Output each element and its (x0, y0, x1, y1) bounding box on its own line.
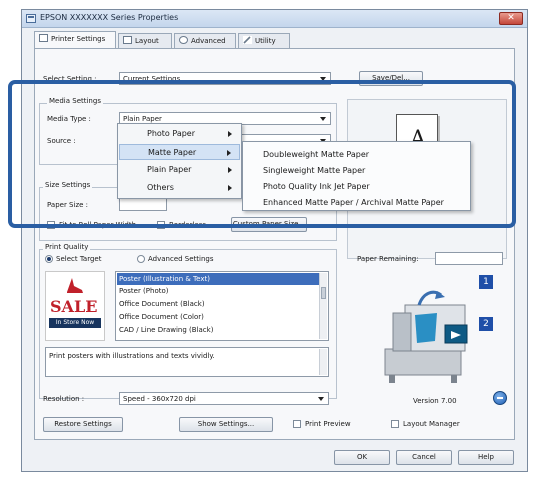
matte-paper-submenu[interactable]: Doubleweight Matte Paper Singleweight Ma… (242, 141, 471, 211)
chevron-right-icon (228, 131, 232, 137)
restore-settings-button[interactable]: Restore Settings (43, 417, 123, 432)
utility-icon (243, 36, 252, 44)
in-store-banner: In Store Now (49, 318, 101, 328)
resolution-combo[interactable]: Speed - 360x720 dpi (119, 392, 329, 405)
menu-item-label: Matte Paper (148, 148, 197, 157)
close-button[interactable]: ✕ (499, 12, 523, 25)
description-scrollbar[interactable] (319, 349, 327, 375)
layout-icon (123, 36, 132, 44)
advanced-settings-radio[interactable] (137, 255, 145, 263)
cancel-button[interactable]: Cancel (396, 450, 452, 465)
scroll-thumb[interactable] (321, 287, 326, 299)
menu-item-matte-paper[interactable]: Matte Paper (119, 144, 240, 160)
list-item[interactable]: CAD / Line Drawing (Black) (119, 326, 213, 334)
submenu-item[interactable]: Singleweight Matte Paper (263, 166, 365, 175)
advanced-settings-label: Advanced Settings (148, 255, 214, 263)
list-item[interactable]: Poster (Illustration & Text) (117, 273, 327, 285)
printer-illustration: 1 2 (375, 275, 495, 385)
list-item[interactable]: Office Document (Color) (119, 313, 204, 321)
list-item[interactable]: Poster (Photo) (119, 287, 169, 295)
show-settings-button[interactable]: Show Settings... (179, 417, 273, 432)
list-item[interactable]: Office Document (Black) (119, 300, 205, 308)
shoe-icon (67, 278, 83, 293)
target-preview-image: SALE In Store Now (45, 271, 105, 341)
tab-utility[interactable]: Utility (238, 33, 290, 48)
target-list[interactable]: Poster (Illustration & Text) Poster (Pho… (115, 271, 329, 341)
chevron-right-icon (228, 167, 232, 173)
print-preview-checkbox[interactable] (293, 420, 301, 428)
tab-label: Utility (255, 37, 276, 45)
print-quality-label: Print Quality (43, 243, 91, 251)
resolution-value: Speed - 360x720 dpi (123, 395, 196, 403)
printer-icon (384, 290, 468, 383)
printer-icon (39, 34, 48, 42)
menu-item-plain-paper[interactable]: Plain Paper (119, 162, 240, 178)
step-badge-1: 1 (479, 275, 493, 289)
tab-label: Advanced (191, 37, 226, 45)
properties-window: EPSON XXXXXXX Series Properties ✕ Printe… (21, 9, 528, 472)
update-icon[interactable] (493, 391, 507, 405)
menu-item-label: Plain Paper (147, 165, 192, 174)
menu-item-label: Photo Paper (147, 129, 196, 138)
media-type-dropdown-menu[interactable]: Photo Paper Matte Paper Plain Paper Othe… (117, 123, 242, 199)
layout-manager-label: Layout Manager (403, 420, 460, 428)
tab-label: Layout (135, 37, 159, 45)
target-description: Print posters with illustrations and tex… (49, 352, 215, 360)
target-list-scrollbar[interactable] (319, 273, 327, 339)
chevron-down-icon (318, 397, 324, 401)
chevron-right-icon (228, 185, 232, 191)
menu-item-photo-paper[interactable]: Photo Paper (119, 126, 240, 142)
title-bar[interactable]: EPSON XXXXXXX Series Properties ✕ (22, 10, 527, 28)
tab-printer-settings[interactable]: Printer Settings (34, 31, 116, 49)
layout-manager-checkbox[interactable] (391, 420, 399, 428)
target-description-box: Print posters with illustrations and tex… (45, 347, 329, 377)
version-label: Version 7.00 (413, 397, 457, 405)
submenu-item[interactable]: Doubleweight Matte Paper (263, 150, 369, 159)
step-badge-2: 2 (479, 317, 493, 331)
help-button[interactable]: Help (458, 450, 514, 465)
sale-text: SALE (50, 297, 98, 316)
menu-item-label: Others (147, 183, 174, 192)
ok-button[interactable]: OK (334, 450, 390, 465)
print-preview-label: Print Preview (305, 420, 351, 428)
paper-remaining-box (435, 252, 503, 265)
menu-item-others[interactable]: Others (119, 180, 240, 196)
tab-layout[interactable]: Layout (118, 33, 172, 48)
submenu-item[interactable]: Enhanced Matte Paper / Archival Matte Pa… (263, 198, 444, 207)
tab-advanced[interactable]: Advanced (174, 33, 236, 48)
select-target-label: Select Target (56, 255, 102, 263)
submenu-item[interactable]: Photo Quality Ink Jet Paper (263, 182, 370, 191)
tab-label: Printer Settings (51, 35, 106, 43)
resolution-label: Resolution : (43, 395, 85, 403)
paper-remaining-label: Paper Remaining: (357, 255, 419, 263)
printer-app-icon (26, 14, 36, 23)
advanced-icon (179, 36, 188, 44)
select-target-radio[interactable] (45, 255, 53, 263)
window-title: EPSON XXXXXXX Series Properties (40, 13, 179, 22)
chevron-right-icon (227, 150, 231, 156)
